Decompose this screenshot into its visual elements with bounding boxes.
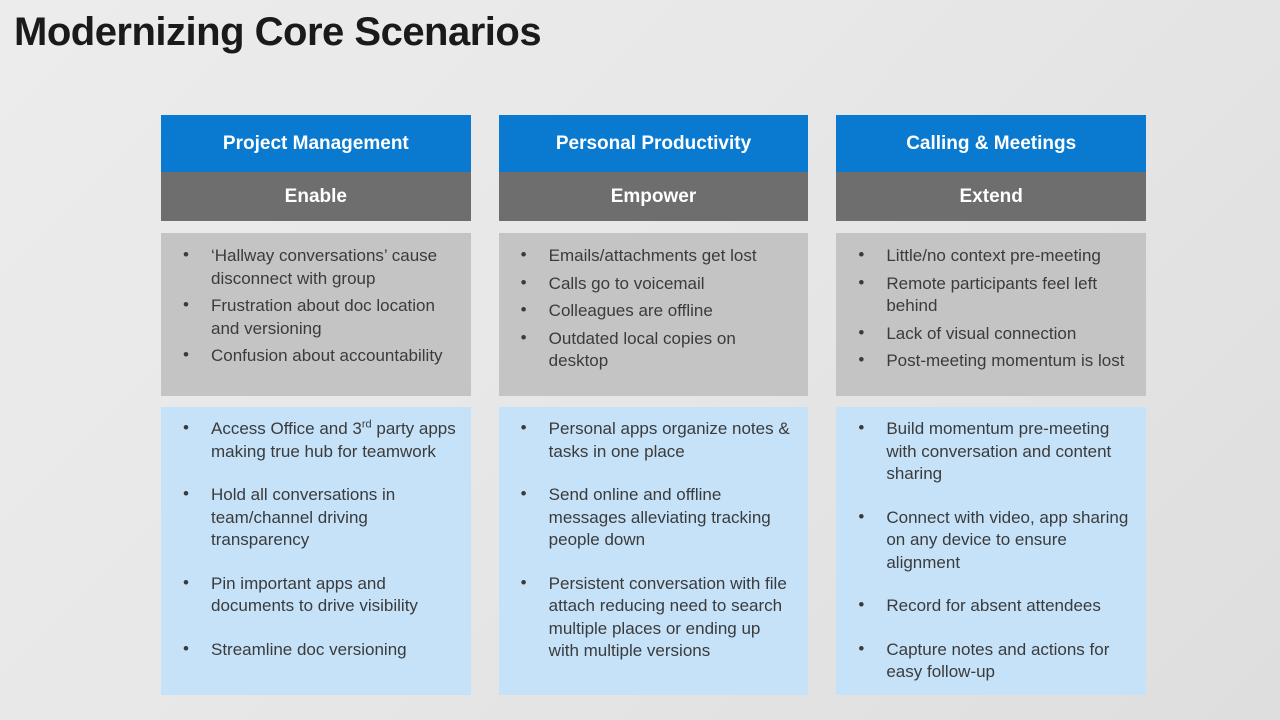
list-item: Build momentum pre-meeting with conversa… xyxy=(846,417,1132,486)
list-item: Frustration about doc location and versi… xyxy=(171,294,457,340)
ordinal-suffix: rd xyxy=(361,418,372,431)
list-item: Little/no context pre-meeting xyxy=(846,244,1132,268)
list-item: Calls go to voicemail xyxy=(509,272,795,296)
slide-canvas: Modernizing Core Scenarios Project Manag… xyxy=(0,0,1280,720)
list-item: Colleagues are offline xyxy=(509,299,795,323)
list-item: Connect with video, app sharing on any d… xyxy=(846,506,1132,575)
benefits-panel: Build momentum pre-meeting with conversa… xyxy=(836,407,1147,695)
action-header: Extend xyxy=(836,172,1147,221)
benefits-panel: Personal apps organize notes & tasks in … xyxy=(498,407,809,695)
list-item: Lack of visual connection xyxy=(846,322,1132,346)
problems-list: ‘Hallway conversations’ cause disconnect… xyxy=(171,244,457,368)
benefits-list: Build momentum pre-meeting with conversa… xyxy=(846,417,1132,684)
scenario-header: Project Management xyxy=(161,115,471,172)
list-item: Hold all conversations in team/channel d… xyxy=(171,483,457,552)
list-item: Remote participants feel left behind xyxy=(846,272,1132,318)
list-item: Access Office and 3rd party apps making … xyxy=(171,417,457,463)
scenario-header: Personal Productivity xyxy=(498,115,809,172)
problems-panel: Emails/attachments get lost Calls go to … xyxy=(498,233,809,396)
benefits-list: Personal apps organize notes & tasks in … xyxy=(509,417,795,663)
benefits-list: Access Office and 3rd party apps making … xyxy=(171,417,457,662)
list-item: Send online and offline messages allevia… xyxy=(509,483,795,552)
scenario-header: Calling & Meetings xyxy=(836,115,1147,172)
action-header: Empower xyxy=(498,172,809,221)
page-title: Modernizing Core Scenarios xyxy=(14,10,542,54)
list-item: Post-meeting momentum is lost xyxy=(846,349,1132,373)
list-item: Pin important apps and documents to driv… xyxy=(171,572,457,618)
list-item: Personal apps organize notes & tasks in … xyxy=(509,417,795,463)
problems-panel: ‘Hallway conversations’ cause disconnect… xyxy=(161,233,471,396)
list-item: Outdated local copies on desktop xyxy=(509,327,795,373)
list-item: Persistent conversation with file attach… xyxy=(509,572,795,663)
problems-list: Little/no context pre-meeting Remote par… xyxy=(846,244,1132,373)
list-item: Confusion about accountability xyxy=(171,344,457,368)
list-item: Record for absent attendees xyxy=(846,594,1132,618)
list-item: Streamline doc versioning xyxy=(171,638,457,662)
scenario-column-personal-productivity: Personal Productivity Empower Emails/att… xyxy=(498,115,809,695)
benefits-panel: Access Office and 3rd party apps making … xyxy=(161,407,471,695)
scenario-column-calling-meetings: Calling & Meetings Extend Little/no cont… xyxy=(836,115,1147,695)
action-header: Enable xyxy=(161,172,471,221)
scenario-columns: Project Management Enable ‘Hallway conve… xyxy=(161,115,1147,695)
list-item: Emails/attachments get lost xyxy=(509,244,795,268)
list-item: Capture notes and actions for easy follo… xyxy=(846,638,1132,684)
problems-list: Emails/attachments get lost Calls go to … xyxy=(509,244,795,373)
list-item: ‘Hallway conversations’ cause disconnect… xyxy=(171,244,457,290)
scenario-column-project-management: Project Management Enable ‘Hallway conve… xyxy=(161,115,471,695)
problems-panel: Little/no context pre-meeting Remote par… xyxy=(836,233,1147,396)
